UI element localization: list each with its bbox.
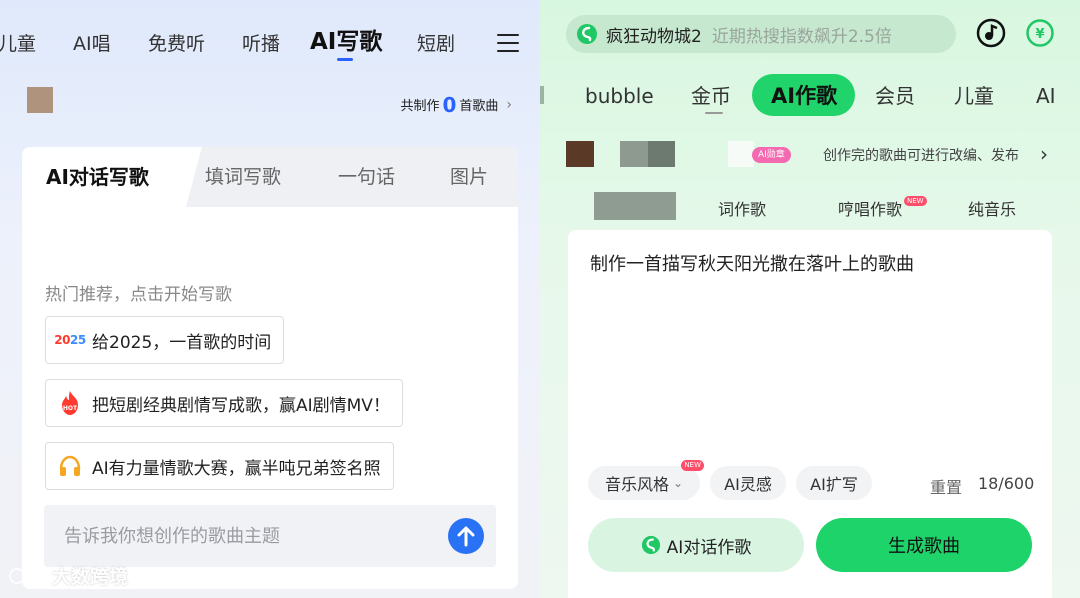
nav-item-ai-sing[interactable]: AI唱 <box>73 28 111 60</box>
nav-item-ai-compose[interactable]: AI作歌 <box>771 82 837 110</box>
song-count-value: 0 <box>442 92 457 117</box>
avatar-blur <box>620 141 648 167</box>
nav-item-short-drama[interactable]: 短剧 <box>417 28 455 60</box>
coin-icon[interactable]: ¥ <box>1026 19 1054 47</box>
promo-text[interactable]: 创作完的歌曲可进行改编、发布 <box>823 145 1019 165</box>
watermark-logo-icon <box>9 566 45 584</box>
search-bar[interactable]: 疯狂动物城2 近期热搜指数飙升2.5倍 <box>566 15 956 53</box>
ai-chat-compose-button[interactable]: AI对话作歌 <box>588 518 804 572</box>
suggestion-text: 把短剧经典剧情写成歌，赢AI剧情MV！ <box>92 395 390 416</box>
suggestion-text: 给2025，一首歌的时间 <box>92 332 272 353</box>
reset-button[interactable]: 重置 <box>930 474 962 498</box>
tab-humming-compose[interactable]: 哼唱作歌 NEW <box>838 196 927 220</box>
hot-fire-icon: HOT <box>58 391 82 415</box>
suggestion-love-song-contest[interactable]: AI有力量情歌大赛，赢半吨兄弟签名照 <box>45 442 394 490</box>
ai-inspiration-chip[interactable]: AI灵感 <box>710 466 786 500</box>
tab-ai-chat-write[interactable]: AI对话写歌 <box>46 163 149 191</box>
compose-tabs: 词作歌 哼唱作歌 NEW 纯音乐 <box>568 188 1052 230</box>
nav-item-coins[interactable]: 金币 <box>691 82 731 110</box>
compose-card: AI对话写歌 填词写歌 一句话 图片 热门推荐，点击开始写歌 20 25 给202… <box>22 147 518 589</box>
nav-active-indicator <box>337 58 353 61</box>
song-count[interactable]: 共制作 0 首歌曲 › <box>400 92 512 117</box>
avatar[interactable] <box>566 141 594 167</box>
music-recognize-icon[interactable] <box>976 18 1006 48</box>
suggestion-2025[interactable]: 20 25 给2025，一首歌的时间 <box>45 316 285 364</box>
tab-fill-lyrics[interactable]: 填词写歌 <box>205 163 281 191</box>
compose-card: 制作一首描写秋天阳光撒在落叶上的歌曲 音乐风格 ⌄ NEW AI灵感 AI扩写 重… <box>568 230 1052 598</box>
new-badge: NEW <box>681 460 704 471</box>
app-logo-icon <box>641 535 660 555</box>
ai-expand-chip[interactable]: AI扩写 <box>796 466 872 500</box>
suggestion-text: AI有力量情歌大赛，赢半吨兄弟签名照 <box>92 458 381 479</box>
app-logo-icon <box>577 24 597 44</box>
nav-item-radio[interactable]: 听播 <box>242 28 280 60</box>
theme-input-box <box>44 505 496 567</box>
watermark: 大数跨境 <box>8 562 128 589</box>
tab-image[interactable]: 图片 <box>450 163 488 191</box>
watermark-text: 大数跨境 <box>52 566 129 588</box>
avatar[interactable] <box>27 87 53 113</box>
send-button[interactable] <box>448 518 484 554</box>
tab-one-sentence[interactable]: 一句话 <box>338 163 395 191</box>
menu-icon[interactable] <box>497 34 519 54</box>
top-nav: 儿童 AI唱 免费听 听播 AI写歌 短剧 <box>0 28 540 60</box>
2025-icon: 20 25 <box>54 333 86 347</box>
tab-active-blurred[interactable] <box>594 192 676 220</box>
svg-text:HOT: HOT <box>63 405 78 412</box>
song-count-prefix: 共制作 <box>400 99 440 114</box>
avatar-blur <box>648 141 675 167</box>
nav-item-ai[interactable]: AI <box>1036 82 1056 110</box>
prompt-text[interactable]: 制作一首描写秋天阳光撒在落叶上的歌曲 <box>590 250 914 276</box>
nav-item-vip[interactable]: 会员 <box>875 82 915 110</box>
chevron-down-icon: ⌄ <box>672 476 684 490</box>
nav-item-bubble[interactable]: bubble <box>585 82 654 110</box>
song-theme-input[interactable] <box>64 521 424 551</box>
new-badge: NEW <box>904 196 927 206</box>
song-count-suffix: 首歌曲 <box>459 99 499 114</box>
generate-song-button[interactable]: 生成歌曲 <box>816 518 1032 572</box>
chevron-right-icon: › <box>506 96 512 113</box>
left-panel: 儿童 AI唱 免费听 听播 AI写歌 短剧 共制作 0 首歌曲 › AI对话写歌… <box>0 0 540 598</box>
suggestion-short-drama[interactable]: HOT 把短剧经典剧情写成歌，赢AI剧情MV！ <box>45 379 403 427</box>
search-hot-term: 疯狂动物城2 <box>606 26 702 47</box>
arrow-up-icon <box>457 526 475 547</box>
tab-pure-music[interactable]: 纯音乐 <box>968 196 1016 220</box>
nav-cut-item <box>540 86 544 104</box>
avatar-blur <box>728 141 754 167</box>
nav-item-kids[interactable]: 儿童 <box>0 28 36 60</box>
hot-recommend-title: 热门推荐，点击开始写歌 <box>45 285 232 305</box>
svg-text:¥: ¥ <box>1035 27 1044 42</box>
right-panel: 疯狂动物城2 近期热搜指数飙升2.5倍 ¥ bubble 金币 AI作歌 会员 … <box>540 0 1080 598</box>
chevron-right-icon[interactable]: › <box>1040 142 1048 166</box>
nav-underline <box>705 112 723 114</box>
tab-lyrics-compose[interactable]: 词作歌 <box>718 196 766 220</box>
headphones-icon <box>58 454 82 478</box>
nav-item-kids[interactable]: 儿童 <box>954 82 994 110</box>
search-hint: 近期热搜指数飙升2.5倍 <box>711 26 892 47</box>
music-style-chip[interactable]: 音乐风格 ⌄ NEW <box>588 460 704 500</box>
nav-item-ai-write-song[interactable]: AI写歌 <box>310 26 382 58</box>
nav-item-free-listen[interactable]: 免费听 <box>148 28 205 60</box>
char-counter: 18/600 <box>978 474 1035 493</box>
ai-medal-badge: AI勋章 <box>752 147 791 163</box>
